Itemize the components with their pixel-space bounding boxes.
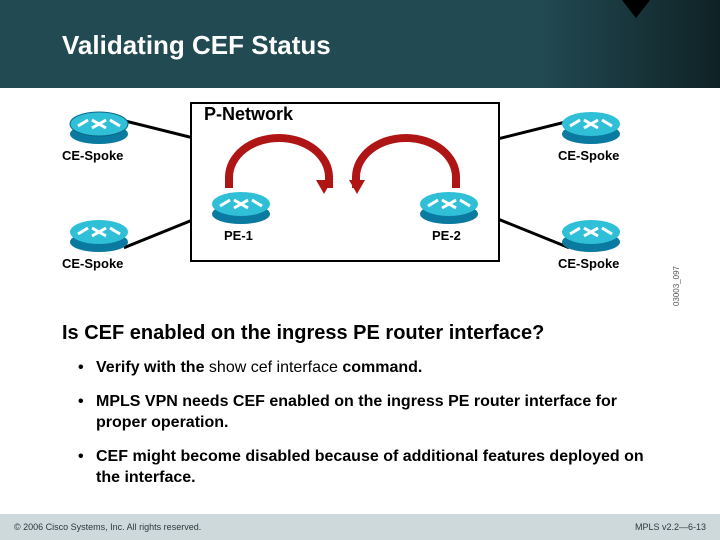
image-credit: 03003_097	[672, 266, 681, 306]
copyright-text: © 2006 Cisco Systems, Inc. All rights re…	[14, 522, 201, 532]
router-icon	[68, 214, 130, 254]
router-icon	[210, 186, 272, 226]
router-label: CE-Spoke	[62, 256, 123, 271]
bullet-item: Verify with the show cef interface comma…	[78, 358, 660, 378]
router-icon	[560, 106, 622, 146]
bullet-item: CEF might become disabled because of add…	[78, 447, 660, 488]
bullet-text: Verify with the	[96, 359, 209, 376]
router-label: CE-Spoke	[558, 148, 619, 163]
question-heading: Is CEF enabled on the ingress PE router …	[62, 322, 544, 345]
footer-bar: © 2006 Cisco Systems, Inc. All rights re…	[0, 514, 720, 540]
router-icon	[418, 186, 480, 226]
arrowhead-icon	[349, 180, 365, 194]
bullet-item: MPLS VPN needs CEF enabled on the ingres…	[78, 392, 660, 433]
router-label: CE-Spoke	[62, 148, 123, 163]
router-label: CE-Spoke	[558, 256, 619, 271]
bullet-text: CEF might become disabled because of add…	[96, 448, 644, 485]
bullet-text: MPLS VPN needs CEF enabled on the ingres…	[96, 393, 617, 430]
slide-number: MPLS v2.2—6-13	[635, 522, 706, 532]
bullet-text: command.	[342, 359, 422, 376]
router-label: PE-2	[432, 228, 461, 243]
corner-decoration	[622, 0, 650, 18]
bullet-list: Verify with the show cef interface comma…	[78, 358, 660, 502]
command-text: show cef interface	[209, 359, 342, 376]
router-label: PE-1	[224, 228, 253, 243]
arrowhead-icon	[316, 180, 332, 194]
router-icon	[560, 214, 622, 254]
network-diagram: P-Network CE-Spoke CE-Spoke PE-1 PE-2 CE…	[60, 96, 660, 306]
router-icon	[68, 106, 130, 146]
p-network-label: P-Network	[202, 104, 295, 125]
page-title: Validating CEF Status	[62, 30, 331, 61]
title-bar: Validating CEF Status	[0, 0, 720, 88]
